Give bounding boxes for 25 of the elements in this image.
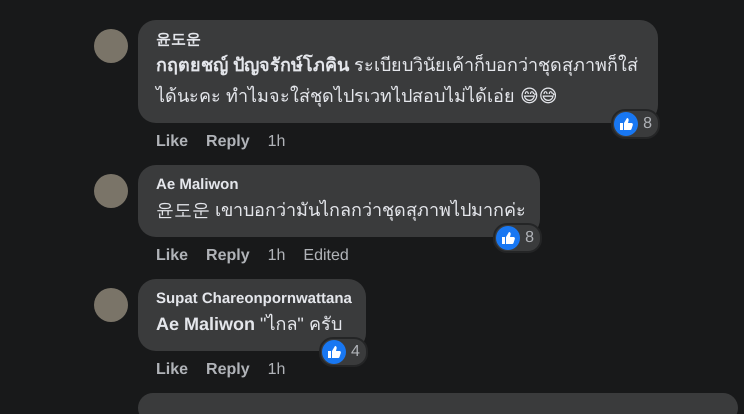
comment-meta: 1h [268,360,286,380]
thumbs-up-icon [496,226,520,250]
comment-author[interactable]: Supat Chareonpornwattana [156,289,352,309]
comment-meta: 1h [268,246,286,266]
comment-author[interactable]: 윤도운 [156,30,644,50]
comment-text: กฤตยชญ์ ปัญจรักษ์โภคิน ระเบียบวินัยเค้าก็บอกว่าชุดสุภาพก็ใส่ได้นะคะ ทำไมจะใส่ชุดไปรเวทไปสอบไม่ได้เอ่ย 😅😅 [156,53,640,109]
action-link[interactable]: Like [156,359,188,381]
thumbs-up-icon [614,112,638,136]
action-link[interactable]: Reply [206,131,250,153]
comment-author[interactable]: Ae Maliwon [156,175,526,195]
action-link[interactable]: Like [156,245,188,267]
reaction-count[interactable]: 8 [493,223,542,253]
avatar[interactable] [94,174,128,208]
action-link[interactable]: Reply [206,245,250,267]
reaction-count[interactable]: 4 [318,337,368,367]
action-link[interactable]: Reply [206,359,250,381]
thumbs-up-icon [322,340,346,364]
action-link[interactable]: Like [156,131,188,153]
comment-text: 윤도운 เขาบอกว่ามันไกลกว่าชุดสุภาพไปมากค่ะ [156,198,526,223]
comment-text: Ae Maliwon "ไกล" ครับ [156,312,343,336]
avatar[interactable] [94,288,128,322]
comment-meta: 1h [268,132,286,152]
reaction-count[interactable]: 8 [611,109,660,139]
avatar[interactable] [94,29,128,63]
comment-meta: Edited [303,246,349,266]
